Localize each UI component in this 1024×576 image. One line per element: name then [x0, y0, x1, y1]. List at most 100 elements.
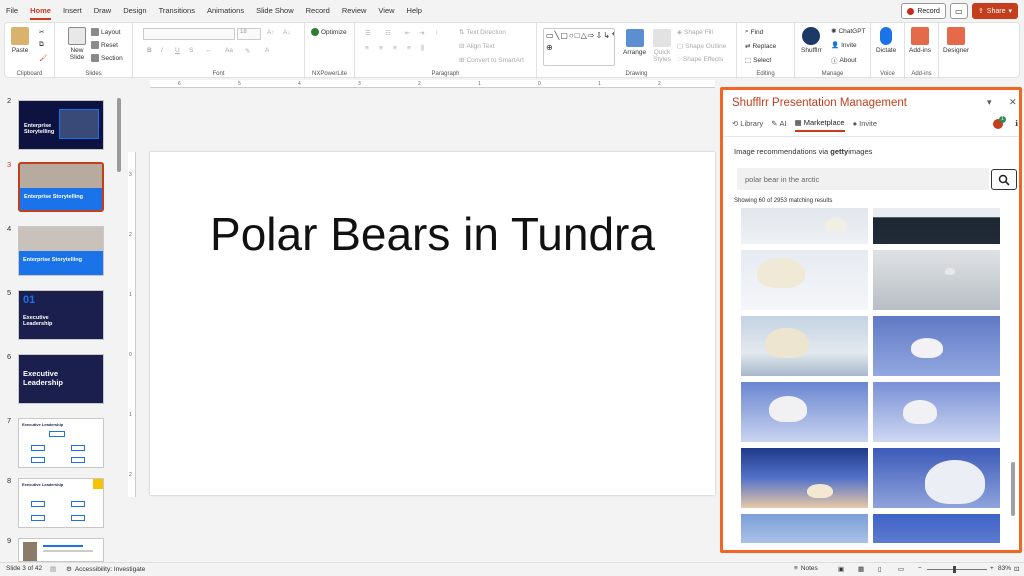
- invite-button[interactable]: 👤 Invite: [831, 41, 857, 50]
- find-button[interactable]: ⌕ Find: [745, 28, 763, 36]
- shapes-gallery[interactable]: ▭╲▢○□△⇨⇩↳↰⬠☆{}⊕: [543, 28, 615, 66]
- accessibility-status[interactable]: ⚙ Accessibility: Investigate: [66, 565, 145, 574]
- tab-draw[interactable]: Draw: [88, 0, 118, 22]
- slide-sorter-icon[interactable]: ▦: [858, 565, 864, 573]
- image-result[interactable]: [873, 514, 1000, 543]
- tab-review[interactable]: Review: [336, 0, 373, 22]
- thumbnails-scrollbar[interactable]: [116, 94, 122, 562]
- format-painter-icon[interactable]: 🖌: [39, 54, 47, 62]
- font-name-box[interactable]: [143, 28, 235, 40]
- numbering-icon[interactable]: ☷: [385, 29, 391, 37]
- tab-ai[interactable]: ✎ AI: [771, 118, 786, 132]
- replace-button[interactable]: ⇄ Replace: [745, 42, 776, 51]
- zoom-in-icon[interactable]: +: [990, 565, 994, 572]
- font-size-box[interactable]: 18: [237, 28, 261, 40]
- image-result[interactable]: [873, 448, 1000, 508]
- underline-icon[interactable]: U: [175, 47, 180, 54]
- tab-slide-show[interactable]: Slide Show: [250, 0, 300, 22]
- slide-title[interactable]: Polar Bears in Tundra: [150, 207, 715, 261]
- dictate-button[interactable]: Dictate: [876, 27, 896, 54]
- close-icon[interactable]: ✕: [1009, 97, 1017, 108]
- scrollbar-thumb[interactable]: [1011, 462, 1015, 516]
- bold-icon[interactable]: B: [147, 47, 152, 54]
- tab-insert[interactable]: Insert: [57, 0, 88, 22]
- align-text-button[interactable]: ⊟ Align Text: [459, 42, 495, 51]
- align-left-icon[interactable]: ≡: [365, 45, 369, 52]
- tab-record[interactable]: Record: [300, 0, 336, 22]
- bullets-icon[interactable]: ☰: [365, 29, 371, 37]
- line-spacing-icon[interactable]: ↕: [435, 29, 438, 36]
- normal-view-icon[interactable]: ▣: [838, 565, 844, 573]
- shape-outline-button[interactable]: ▢ Shape Outline: [677, 42, 726, 51]
- justify-icon[interactable]: ≡: [407, 45, 411, 52]
- tab-home[interactable]: Home: [24, 0, 57, 22]
- designer-button[interactable]: Designer: [943, 27, 969, 54]
- share-button[interactable]: ⇪ Share ▾: [971, 3, 1018, 19]
- tab-invite[interactable]: ● Invite: [853, 118, 877, 132]
- shape-fill-button[interactable]: ◈ Shape Fill: [677, 28, 713, 37]
- optimize-button[interactable]: Optimize: [311, 28, 347, 36]
- layout-button[interactable]: Layout: [91, 28, 121, 36]
- copy-icon[interactable]: ⧉: [39, 41, 44, 49]
- notes-button[interactable]: ≡ Notes: [794, 565, 818, 572]
- align-center-icon[interactable]: ≡: [379, 45, 383, 52]
- fit-slide-icon[interactable]: ⊡: [1014, 565, 1019, 573]
- arrange-button[interactable]: Arrange: [623, 29, 646, 56]
- tab-animations[interactable]: Animations: [201, 0, 250, 22]
- italic-icon[interactable]: I: [161, 47, 163, 54]
- quick-styles-button[interactable]: Quick Styles: [651, 29, 673, 63]
- image-search-input[interactable]: [737, 168, 989, 190]
- paste-button[interactable]: Paste: [11, 27, 29, 54]
- zoom-level[interactable]: 83%: [998, 565, 1011, 572]
- slide-canvas[interactable]: Polar Bears in Tundra: [150, 152, 715, 495]
- image-result[interactable]: [873, 382, 1000, 442]
- slideshow-icon[interactable]: ▭: [898, 565, 904, 573]
- section-button[interactable]: Section: [91, 54, 123, 62]
- scrollbar-thumb[interactable]: [117, 98, 121, 172]
- pane-options-icon[interactable]: ▾: [987, 97, 992, 108]
- about-button[interactable]: ⓘ About: [831, 55, 857, 66]
- smartart-button[interactable]: ⊞ Convert to SmartArt: [459, 56, 524, 65]
- image-result[interactable]: [741, 448, 868, 508]
- select-button[interactable]: ⬚ Select: [745, 56, 771, 65]
- text-direction-button[interactable]: ⇅ Text Direction: [459, 28, 506, 37]
- font-color-icon[interactable]: A: [265, 47, 269, 54]
- image-result[interactable]: [741, 382, 868, 442]
- image-result[interactable]: [873, 250, 1000, 310]
- zoom-slider[interactable]: [927, 569, 987, 570]
- image-result[interactable]: [873, 316, 1000, 376]
- slide-thumbnails-pane[interactable]: 2 Enterprise Storytelling 3 Enterprise S…: [0, 82, 126, 562]
- strikethrough-icon[interactable]: S: [189, 47, 193, 54]
- decrease-indent-icon[interactable]: ⇤: [405, 29, 410, 37]
- shape-effects-button[interactable]: ◌ Shape Effects: [677, 56, 723, 63]
- shufflrr-button[interactable]: Shufflrr: [801, 27, 822, 54]
- info-icon[interactable]: ℹ: [1015, 119, 1018, 128]
- addins-button[interactable]: Add-ins: [909, 27, 931, 54]
- tab-help[interactable]: Help: [401, 0, 428, 22]
- grow-font-icon[interactable]: A↑: [267, 29, 275, 36]
- reading-view-icon[interactable]: ▯: [878, 565, 882, 573]
- record-button[interactable]: Record: [901, 3, 946, 19]
- tab-marketplace[interactable]: ▦ Marketplace: [794, 118, 845, 132]
- zoom-out-icon[interactable]: −: [918, 565, 922, 572]
- highlight-icon[interactable]: ✎: [245, 47, 250, 55]
- image-result[interactable]: [741, 250, 868, 310]
- tab-design[interactable]: Design: [117, 0, 152, 22]
- shrink-font-icon[interactable]: A↓: [283, 29, 291, 36]
- tab-library[interactable]: ⟲ Library: [732, 118, 763, 132]
- proofing-icon[interactable]: ▤: [50, 565, 56, 573]
- image-results-grid[interactable]: [736, 208, 1013, 543]
- reset-button[interactable]: Reset: [91, 41, 118, 49]
- increase-indent-icon[interactable]: ⇥: [419, 29, 424, 37]
- spacing-icon[interactable]: ↔: [205, 47, 212, 54]
- comments-button[interactable]: ▭: [949, 3, 968, 19]
- cut-icon[interactable]: ✂: [39, 28, 44, 36]
- tab-transitions[interactable]: Transitions: [153, 0, 201, 22]
- new-slide-button[interactable]: New Slide: [63, 27, 91, 61]
- case-icon[interactable]: Aa: [225, 47, 233, 54]
- tab-file[interactable]: File: [0, 0, 24, 22]
- columns-icon[interactable]: ⫼: [421, 45, 424, 53]
- image-result[interactable]: [741, 316, 868, 376]
- chatgpt-button[interactable]: ✺ ChatGPT: [831, 27, 866, 36]
- search-button[interactable]: [991, 169, 1017, 190]
